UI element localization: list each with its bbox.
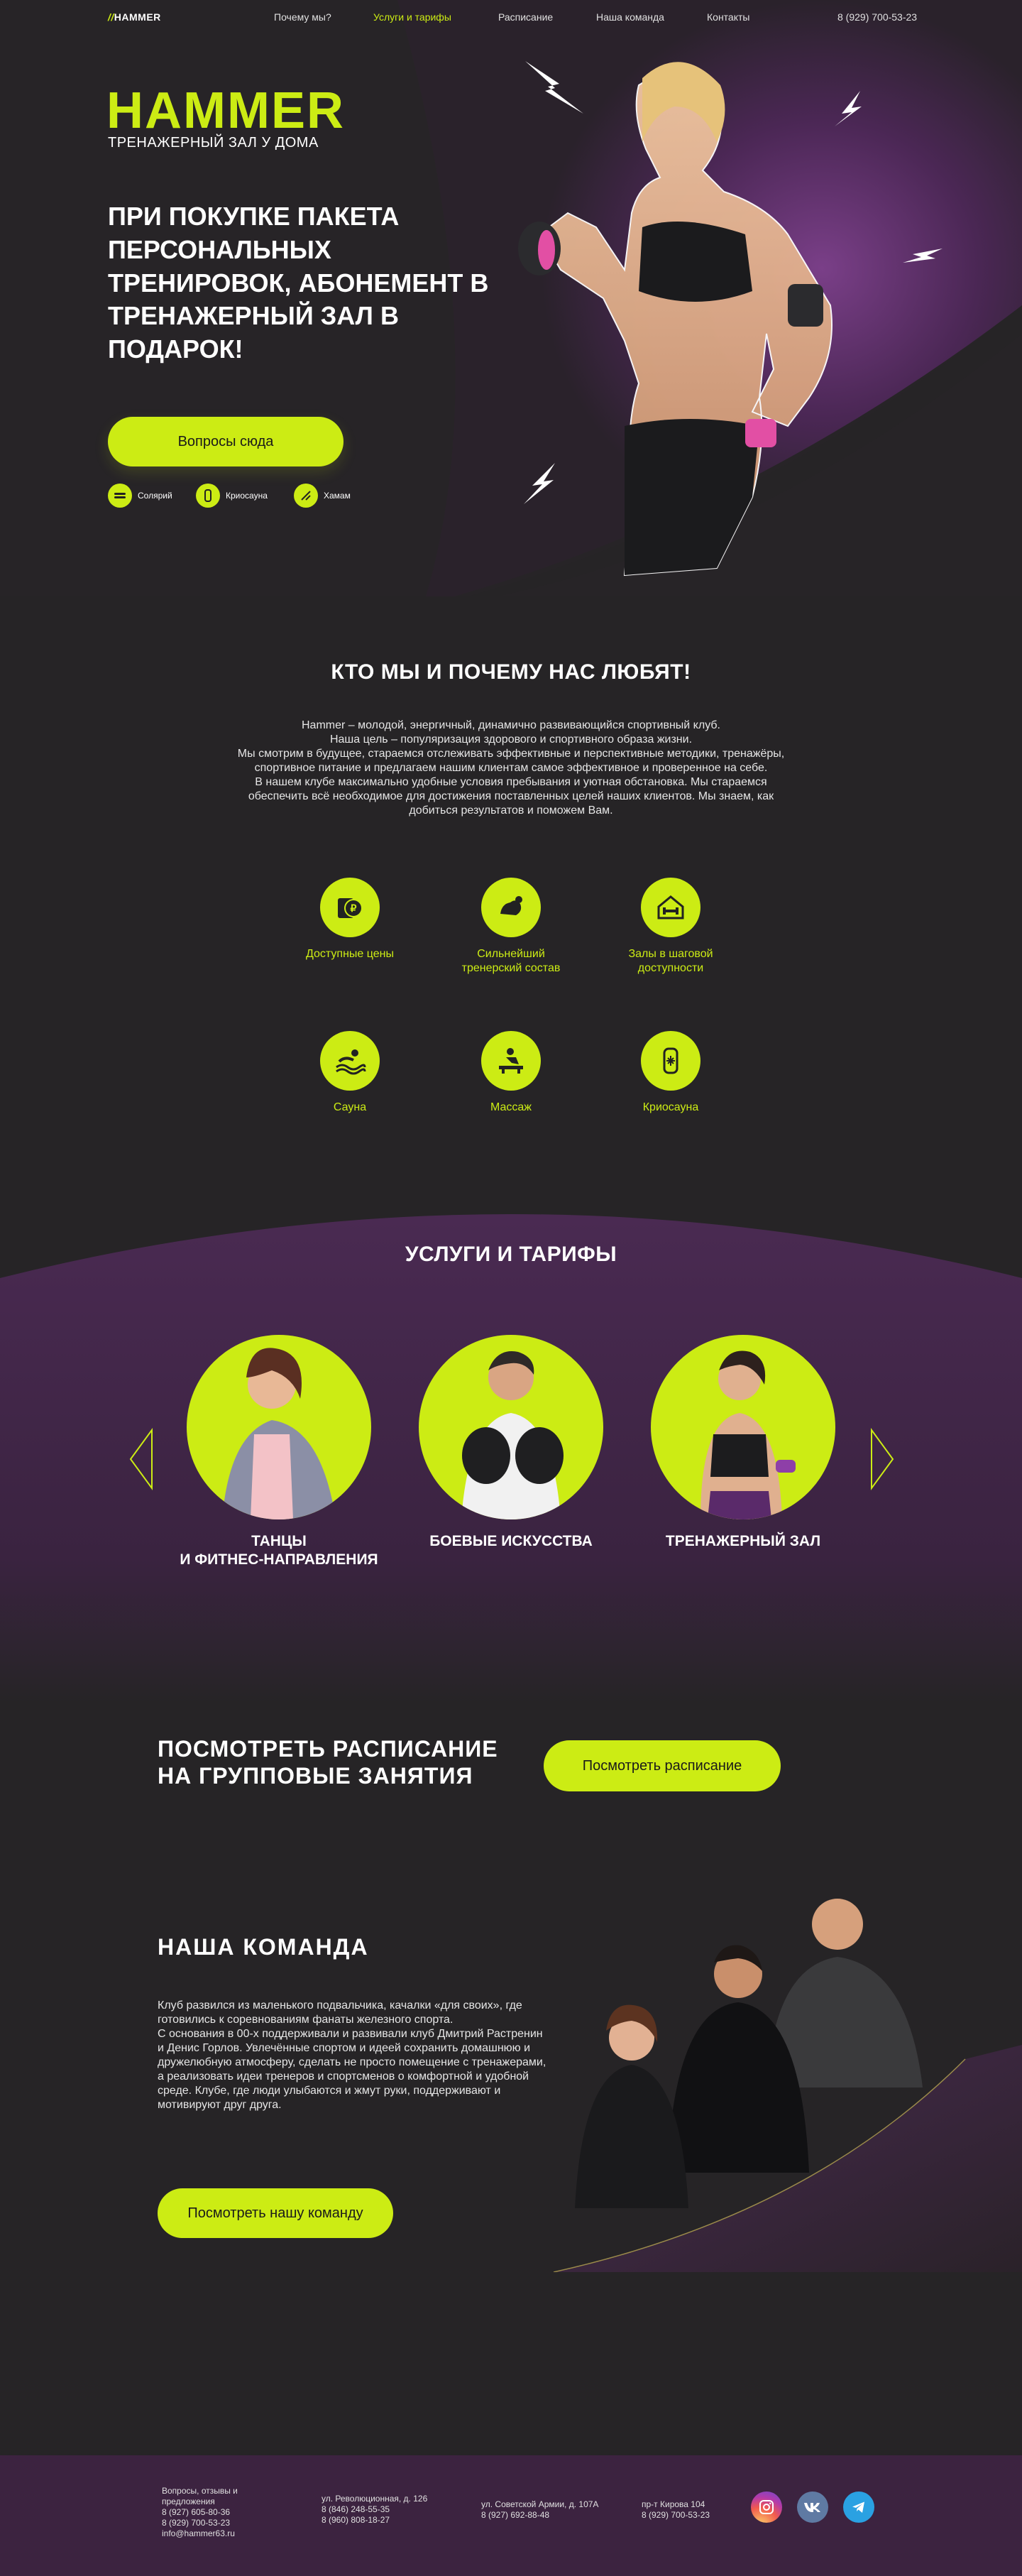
instagram-icon[interactable] <box>751 2492 782 2523</box>
hero-subtitle: ТРЕНАЖЕРНЫЙ ЗАЛ У ДОМА <box>108 135 319 151</box>
strength-icon <box>481 878 541 937</box>
advantage-label: Залы в шаговой доступности <box>628 948 713 974</box>
footer-address-3: пр-т Кирова 104 8 (929) 700-53-23 <box>642 2499 710 2520</box>
services-prev-arrow[interactable] <box>128 1427 156 1491</box>
service-image-dance <box>187 1335 371 1519</box>
service-label-dance: ТАНЦЫ И ФИТНЕС-НАПРАВЛЕНИЯ <box>180 1533 378 1568</box>
sauna-icon <box>320 1031 380 1091</box>
view-schedule-button[interactable]: Посмотреть расписание <box>544 1740 781 1791</box>
advantage-locations: Залы в шаговой доступности <box>610 878 731 976</box>
massage-icon <box>481 1031 541 1091</box>
advantage-prices: ₽ Доступные цены <box>290 878 410 961</box>
service-card-dance[interactable]: ТАНЦЫ И ФИТНЕС-НАПРАВЛЕНИЯ <box>162 1335 396 1569</box>
hero-title: ПРИ ПОКУПКЕ ПАКЕТА ПЕРСОНАЛЬНЫХ ТРЕНИРОВ… <box>108 202 489 364</box>
nav-link-services[interactable]: Услуги и тарифы <box>373 11 451 23</box>
team-photo <box>553 1899 1022 2272</box>
advantage-label: Массаж <box>490 1101 532 1113</box>
advantage-label: Доступные цены <box>306 948 394 960</box>
nav-link-team[interactable]: Наша команда <box>596 11 664 23</box>
feature-hammam: Хамам <box>294 483 351 508</box>
advantage-label: Сауна <box>333 1101 367 1113</box>
about-text: Hammer – молодой, энергичный, динамично … <box>237 719 785 817</box>
service-image-gym <box>651 1335 835 1519</box>
advantage-label: Сильнейший тренерский состав <box>461 948 561 974</box>
nav-phone[interactable]: 8 (929) 700-53-23 <box>837 11 917 23</box>
feature-label: Солярий <box>138 491 172 501</box>
view-team-button[interactable]: Посмотреть нашу команду <box>158 2188 393 2238</box>
tanning-icon <box>108 484 132 508</box>
service-label-martial-arts: БОЕВЫЕ ИСКУССТВА <box>429 1533 593 1549</box>
about-title: КТО МЫ И ПОЧЕМУ НАС ЛЮБЯТ! <box>331 660 691 684</box>
top-nav: //HAMMER Почему мы? Услуги и тарифы Расп… <box>0 0 1022 36</box>
feature-label: Криосауна <box>226 491 268 501</box>
feature-cryosauna: Криосауна <box>196 483 268 508</box>
cryosauna-icon <box>196 484 220 508</box>
hero-section: HAMMER ТРЕНАЖЕРНЫЙ ЗАЛ У ДОМА ПРИ ПОКУПК… <box>0 0 1022 596</box>
hammam-icon <box>294 484 318 508</box>
nav-link-schedule[interactable]: Расписание <box>498 11 553 23</box>
price-icon: ₽ <box>320 878 380 937</box>
service-image-martial-arts <box>419 1335 603 1519</box>
footer: Вопросы, отзывы и предложения 8 (927) 60… <box>0 2455 1022 2576</box>
home-gym-icon <box>641 878 700 937</box>
advantage-sauna: Сауна <box>290 1031 410 1115</box>
advantage-label: Криосауна <box>642 1101 699 1113</box>
feature-tanning: Солярий <box>108 483 172 508</box>
nav-link-contacts[interactable]: Контакты <box>707 11 749 23</box>
services-next-arrow[interactable] <box>867 1427 896 1491</box>
footer-contacts-feedback: Вопросы, отзывы и предложения 8 (927) 60… <box>162 2486 238 2539</box>
telegram-icon[interactable] <box>843 2492 874 2523</box>
advantage-cryosauna: Криосауна <box>610 1031 731 1115</box>
service-card-gym[interactable]: ТРЕНАЖЕРНЫЙ ЗАЛ <box>626 1335 860 1551</box>
nav-logo[interactable]: //HAMMER <box>108 11 161 23</box>
team-title: НАША КОМАНДА <box>158 1934 369 1960</box>
svg-text:₽: ₽ <box>351 902 357 914</box>
team-text: Клуб развился из маленького подвальчика,… <box>158 1999 546 2111</box>
service-card-martial-arts[interactable]: БОЕВЫЕ ИСКУССТВА <box>394 1335 628 1551</box>
footer-email[interactable]: info@hammer63.ru <box>162 2528 238 2539</box>
advantage-trainers: Сильнейший тренерский состав <box>451 878 571 976</box>
nav-link-why-us[interactable]: Почему мы? <box>274 11 331 23</box>
service-label-gym: ТРЕНАЖЕРНЫЙ ЗАЛ <box>665 1533 821 1549</box>
vk-icon[interactable] <box>797 2492 828 2523</box>
hero-logo: HAMMER <box>106 82 345 139</box>
footer-address-1: ул. Революционная, д. 126 8 (846) 248-55… <box>322 2494 428 2525</box>
feature-label: Хамам <box>324 491 351 501</box>
schedule-title: ПОСМОТРЕТЬ РАСПИСАНИЕ НА ГРУППОВЫЕ ЗАНЯТ… <box>158 1736 498 1789</box>
services-title: УСЛУГИ И ТАРИФЫ <box>405 1243 617 1266</box>
advantage-massage: Массаж <box>451 1031 571 1115</box>
questions-button[interactable]: Вопросы сюда <box>108 417 344 466</box>
cryo-icon <box>641 1031 700 1091</box>
footer-address-2: ул. Советской Армии, д. 107А 8 (927) 692… <box>481 2499 599 2520</box>
